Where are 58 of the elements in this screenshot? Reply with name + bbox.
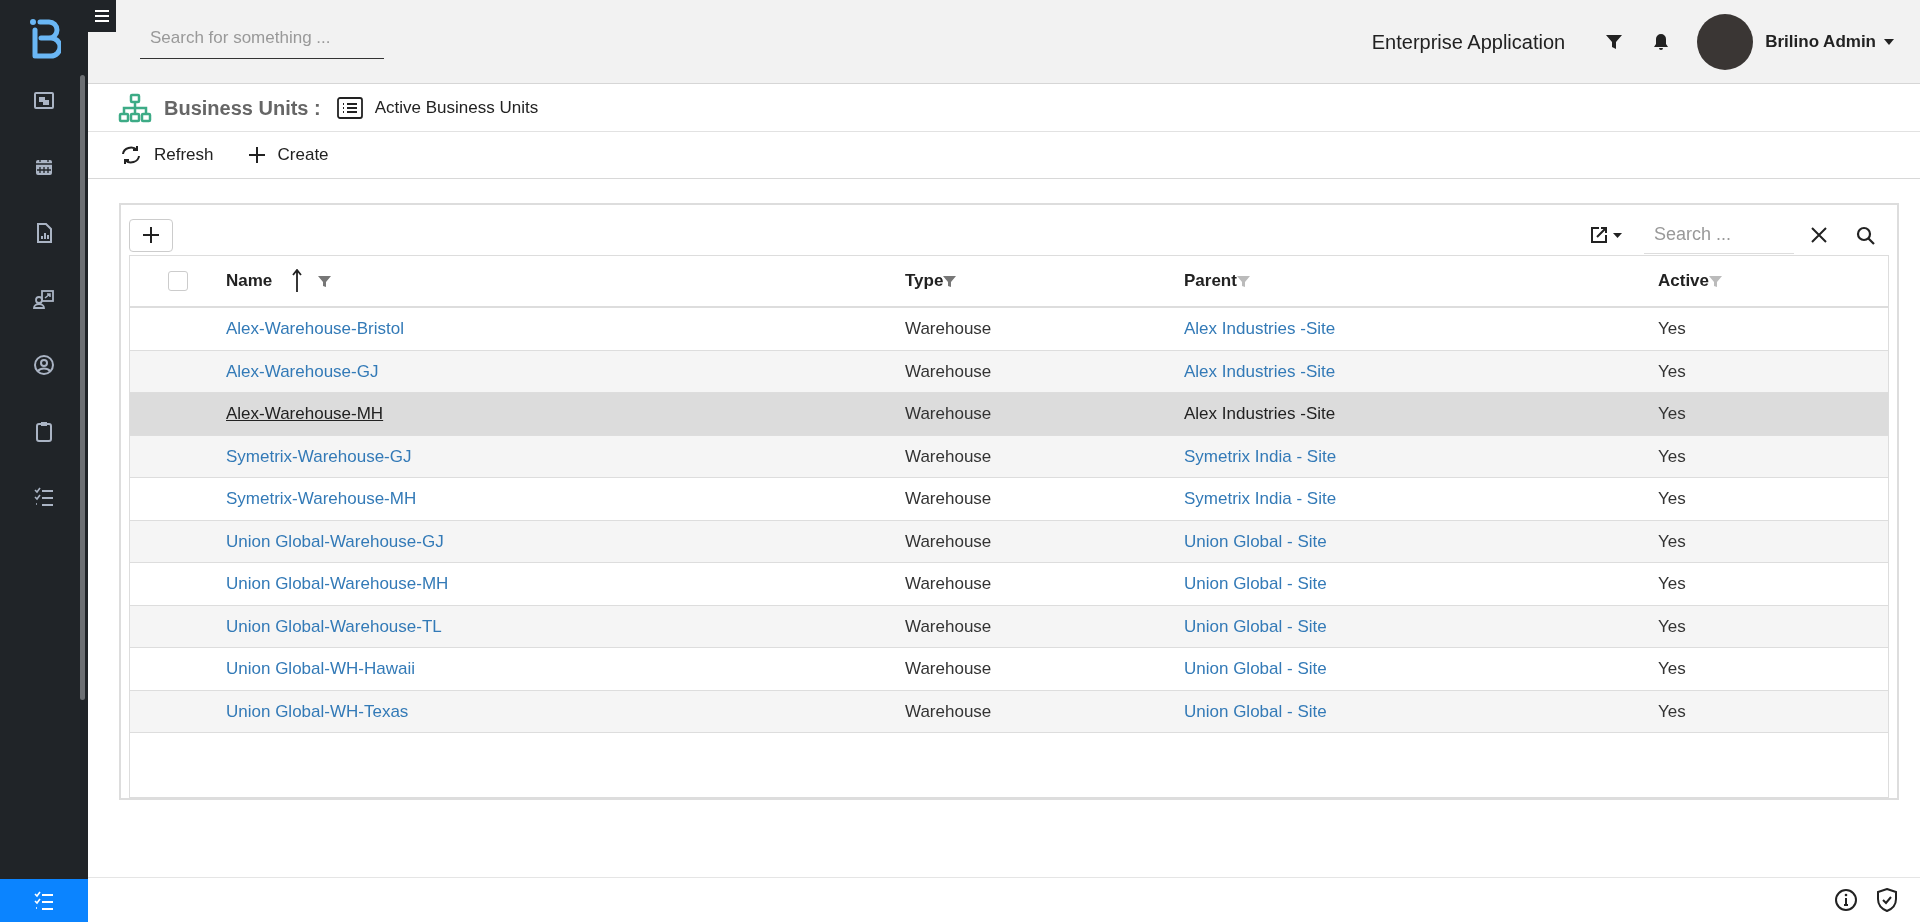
table-row[interactable]: Union Global-WH-Texas Warehouse Union Global - Site Yes [130,690,1888,733]
app-name: Enterprise Application [1371,29,1566,55]
table-cell: Yes [1658,404,1686,423]
parent-link[interactable]: Union Global - Site [1184,701,1327,721]
table-cell: Yes [1658,616,1686,636]
table-cell: Yes [1658,531,1686,551]
table-cell: Warehouse [905,319,992,338]
table-cell: Yes [1658,659,1686,678]
name-link[interactable]: Alex-Warehouse-Bristol [226,319,404,338]
name-link[interactable]: Alex-Warehouse-MH [226,404,384,423]
parent-link[interactable]: Union Global - Site [1184,574,1327,593]
name-link[interactable]: Alex-Warehouse-GJ [226,361,379,381]
table-cell: Warehouse [905,616,992,636]
parent-link[interactable]: Union Global - Site [1184,531,1327,551]
table-cell: Yes [1658,574,1686,593]
table-cell: Warehouse [905,446,992,466]
table-cell: Yes [1658,319,1686,338]
table-cell: Yes [1658,701,1686,721]
parent-link[interactable]: Symetrix India - Site [1184,446,1337,466]
name-link[interactable]: Symetrix-Warehouse-MH [226,489,417,508]
refresh-button[interactable]: Refresh [120,142,214,168]
column-header[interactable]: Name [226,268,905,294]
create-button[interactable]: Create [247,142,329,168]
table-row[interactable]: Union Global-Warehouse-GJ Warehouse Union Global - Site Yes [130,520,1888,563]
name-link[interactable]: Union Global-WH-Texas [226,701,409,721]
name-link[interactable]: Union Global-Warehouse-TL [226,616,442,636]
table-cell: Warehouse [905,574,992,593]
table-cell: Yes [1658,361,1686,381]
table-cell: Warehouse [905,659,992,678]
page-title: Business Units : [164,95,321,121]
name-link[interactable]: Union Global-Warehouse-MH [226,574,449,593]
name-link[interactable]: Union Global-WH-Hawaii [226,659,415,678]
parent-link[interactable]: Alex Industries -Site [1184,319,1336,338]
column-header[interactable]: Type [905,268,1184,294]
table-cell: Yes [1658,446,1686,466]
table-cell: Yes [1658,489,1686,508]
table-row[interactable]: Union Global-Warehouse-TL Warehouse Union Global - Site Yes [130,605,1888,648]
table-cell: Warehouse [905,489,992,508]
column-header[interactable]: Parent [1184,268,1658,294]
parent-link[interactable]: Alex Industries -Site [1184,404,1336,423]
table-row[interactable]: Alex-Warehouse-MH Warehouse Alex Industries -Site Yes [130,393,1888,436]
table-cell: Warehouse [905,531,992,551]
parent-link[interactable]: Symetrix India - Site [1184,489,1337,508]
table-row[interactable]: Alex-Warehouse-GJ Warehouse Alex Industries -Site Yes [130,350,1888,393]
table-cell: Warehouse [905,361,992,381]
parent-link[interactable]: Alex Industries -Site [1184,361,1336,381]
table-row[interactable]: Symetrix-Warehouse-GJ Warehouse Symetrix India - Site Yes [130,435,1888,478]
name-link[interactable]: Union Global-Warehouse-GJ [226,531,444,551]
name-link[interactable]: Symetrix-Warehouse-GJ [226,446,412,466]
parent-link[interactable]: Union Global - Site [1184,616,1327,636]
user-menu[interactable]: Brilino Admin [1765,28,1894,55]
search-field[interactable]: Search for something ... [140,18,384,59]
column-header[interactable]: Active [1658,268,1858,294]
table-cell: Warehouse [905,701,992,721]
parent-link[interactable]: Union Global - Site [1184,659,1327,678]
table-cell: Warehouse [905,404,992,423]
view-name[interactable]: Active Business Units [374,94,539,121]
grid-search-field[interactable]: Search ... [1644,216,1794,254]
